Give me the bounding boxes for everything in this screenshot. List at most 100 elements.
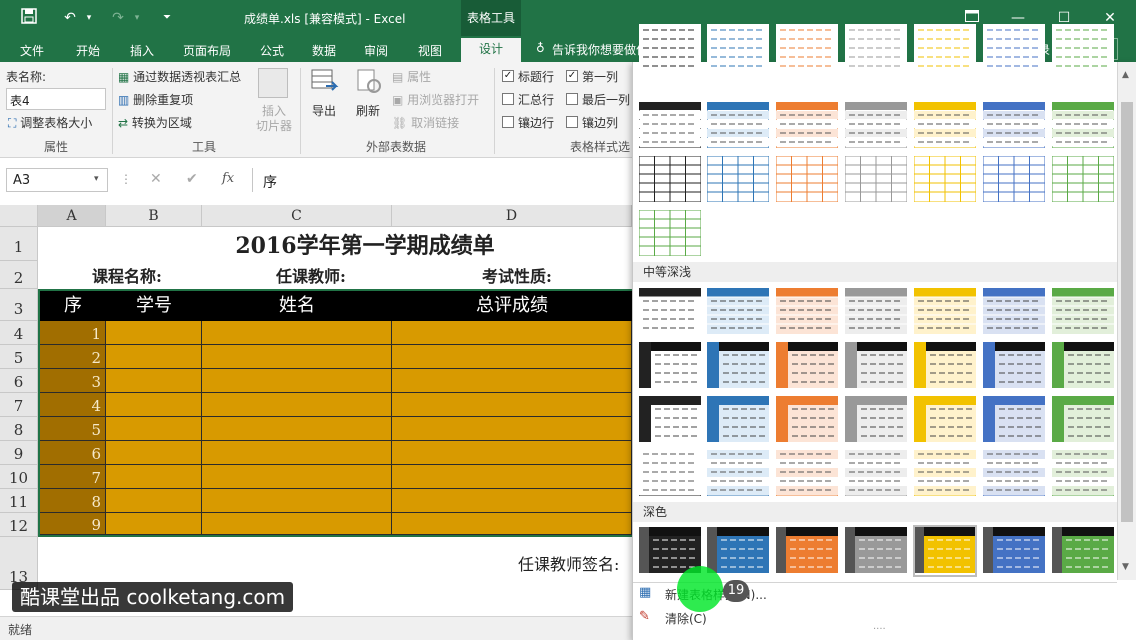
table-style-swatch[interactable] bbox=[982, 449, 1046, 497]
table-style-swatch[interactable] bbox=[844, 155, 908, 203]
serial-cell[interactable]: 9 bbox=[40, 513, 106, 535]
resize-table-button[interactable]: ⛶ 调整表格大小 bbox=[8, 114, 92, 131]
select-all-corner[interactable] bbox=[0, 205, 38, 227]
score-cell[interactable] bbox=[392, 417, 632, 441]
table-style-swatch[interactable] bbox=[638, 155, 702, 203]
last-column-checkbox[interactable] bbox=[566, 93, 578, 105]
table-style-swatch[interactable] bbox=[638, 209, 702, 257]
name-cell[interactable] bbox=[202, 393, 392, 417]
row-header-5[interactable]: 5 bbox=[0, 345, 38, 369]
table-style-swatch[interactable] bbox=[913, 155, 977, 203]
row-header-12[interactable]: 12 bbox=[0, 513, 38, 537]
row-header-6[interactable]: 6 bbox=[0, 369, 38, 393]
serial-cell[interactable]: 5 bbox=[40, 417, 106, 441]
table-style-swatch[interactable] bbox=[706, 101, 770, 149]
course-name-label[interactable]: 课程名称: bbox=[92, 263, 162, 287]
serial-cell[interactable]: 1 bbox=[40, 321, 106, 345]
table-style-swatch[interactable] bbox=[1051, 449, 1115, 497]
table-style-swatch[interactable] bbox=[707, 342, 769, 388]
table-style-swatch[interactable] bbox=[844, 449, 908, 497]
table-style-swatch[interactable] bbox=[706, 449, 770, 497]
table-style-swatch[interactable] bbox=[776, 342, 838, 388]
student-id-cell[interactable] bbox=[106, 369, 202, 393]
score-cell[interactable] bbox=[392, 441, 632, 465]
table-style-swatch[interactable] bbox=[845, 288, 907, 334]
table-header-total-score[interactable]: 总评成绩 bbox=[392, 291, 632, 321]
exam-type-label[interactable]: 考试性质: bbox=[482, 263, 552, 287]
table-style-swatch[interactable] bbox=[982, 155, 1046, 203]
table-style-swatch[interactable] bbox=[1052, 527, 1114, 573]
worksheet-grid[interactable]: A B C D 1 2 3 4 5 6 7 8 9 10 11 12 13 20… bbox=[0, 205, 632, 590]
row-header-8[interactable]: 8 bbox=[0, 417, 38, 441]
table-style-swatch[interactable] bbox=[914, 24, 976, 70]
table-name-input[interactable]: 表4 bbox=[6, 88, 106, 110]
score-cell[interactable] bbox=[392, 393, 632, 417]
tab-page-layout[interactable]: 页面布局 bbox=[176, 40, 238, 62]
total-row-checkbox[interactable] bbox=[502, 93, 514, 105]
serial-cell[interactable]: 3 bbox=[40, 369, 106, 393]
table-style-swatch[interactable] bbox=[1051, 101, 1115, 149]
table-style-swatch[interactable] bbox=[845, 527, 907, 573]
sheet-title[interactable]: 2016学年第一学期成绩单 bbox=[38, 227, 632, 261]
unlink-button[interactable]: ⛓ 取消链接 bbox=[392, 114, 459, 131]
name-cell[interactable] bbox=[202, 513, 392, 535]
serial-cell[interactable]: 6 bbox=[40, 441, 106, 465]
row-header-9[interactable]: 9 bbox=[0, 441, 38, 465]
tab-review[interactable]: 审阅 bbox=[356, 40, 396, 62]
open-in-browser-button[interactable]: ▣ 用浏览器打开 bbox=[392, 91, 479, 108]
table-style-swatch[interactable] bbox=[983, 527, 1045, 573]
table-style-swatch[interactable] bbox=[706, 155, 770, 203]
serial-cell[interactable]: 4 bbox=[40, 393, 106, 417]
header-row-checkbox[interactable]: ✓ bbox=[502, 70, 514, 82]
serial-cell[interactable]: 8 bbox=[40, 489, 106, 513]
score-cell[interactable] bbox=[392, 321, 632, 345]
table-style-swatch[interactable] bbox=[983, 396, 1045, 442]
student-id-cell[interactable] bbox=[106, 417, 202, 441]
table-style-swatch[interactable] bbox=[1052, 288, 1114, 334]
table-style-swatch[interactable] bbox=[1052, 396, 1114, 442]
undo-icon[interactable]: ↶ bbox=[60, 8, 80, 28]
column-header-d[interactable]: D bbox=[392, 205, 632, 227]
teacher-signature-label[interactable]: 任课教师签名: bbox=[518, 551, 619, 575]
table-style-swatch[interactable] bbox=[914, 396, 976, 442]
student-id-cell[interactable] bbox=[106, 465, 202, 489]
column-header-b[interactable]: B bbox=[106, 205, 202, 227]
remove-duplicates-button[interactable]: ▥ 删除重复项 bbox=[118, 91, 193, 108]
table-style-swatch[interactable] bbox=[638, 101, 702, 149]
table-style-swatch[interactable] bbox=[983, 288, 1045, 334]
scrollbar-thumb[interactable] bbox=[1121, 102, 1133, 522]
table-style-swatch[interactable] bbox=[983, 342, 1045, 388]
external-properties-button[interactable]: ▤ 属性 bbox=[392, 68, 431, 85]
table-header-serial[interactable]: 序 bbox=[40, 291, 106, 321]
tab-file[interactable]: 文件 bbox=[12, 40, 52, 62]
redo-dropdown-icon[interactable]: ▾ bbox=[132, 8, 142, 28]
student-id-cell[interactable] bbox=[106, 321, 202, 345]
table-style-swatch[interactable] bbox=[845, 24, 907, 70]
column-header-a[interactable]: A bbox=[38, 205, 106, 227]
score-cell[interactable] bbox=[392, 513, 632, 535]
table-style-swatch[interactable] bbox=[639, 24, 701, 70]
tab-home[interactable]: 开始 bbox=[68, 40, 108, 62]
first-column-checkbox[interactable]: ✓ bbox=[566, 70, 578, 82]
tab-view[interactable]: 视图 bbox=[410, 40, 450, 62]
name-cell[interactable] bbox=[202, 489, 392, 513]
save-icon[interactable] bbox=[18, 8, 40, 28]
table-style-swatch[interactable] bbox=[845, 342, 907, 388]
column-header-c[interactable]: C bbox=[202, 205, 392, 227]
name-cell[interactable] bbox=[202, 441, 392, 465]
table-style-swatch[interactable] bbox=[776, 24, 838, 70]
redo-icon[interactable]: ↷ bbox=[108, 8, 128, 28]
teacher-label[interactable]: 任课教师: bbox=[276, 263, 346, 287]
table-style-swatch[interactable] bbox=[707, 396, 769, 442]
table-style-swatch[interactable] bbox=[914, 342, 976, 388]
enter-icon[interactable]: ✔ bbox=[186, 171, 198, 187]
table-style-swatch[interactable] bbox=[1052, 342, 1114, 388]
customize-qat-icon[interactable]: ⏷ bbox=[160, 8, 174, 28]
tab-formulas[interactable]: 公式 bbox=[252, 40, 292, 62]
export-button[interactable]: 导出 bbox=[312, 102, 336, 119]
table-style-swatch[interactable] bbox=[1052, 24, 1114, 70]
table-style-swatch[interactable] bbox=[775, 449, 839, 497]
table-style-swatch[interactable] bbox=[913, 101, 977, 149]
student-id-cell[interactable] bbox=[106, 513, 202, 535]
row-header-1[interactable]: 1 bbox=[0, 227, 38, 261]
